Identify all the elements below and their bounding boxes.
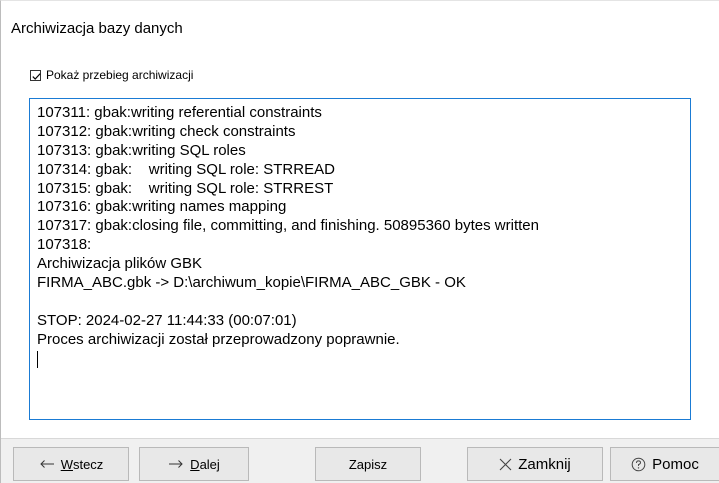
- x-icon: [499, 458, 512, 471]
- log-line: Archiwizacja plików GBK: [37, 255, 203, 273]
- back-button[interactable]: Wstecz: [13, 447, 129, 481]
- log-caret-line: [37, 350, 690, 369]
- log-line: Proces archiwizacji został przeprowadzon…: [37, 330, 400, 348]
- log-line: 107315: gbak: writing SQL role: STRREST: [37, 179, 334, 197]
- log-line: FIRMA_ABC.gbk -> D:\archiwum_kopie\FIRMA…: [37, 274, 466, 292]
- log-line: 107314: gbak: writing SQL role: STRREAD: [37, 160, 335, 178]
- log-line: 107311: gbak:writing referential constra…: [37, 104, 322, 121]
- show-progress-checkbox[interactable]: [30, 69, 41, 81]
- archive-log-textarea[interactable]: 107311: gbak:writing referential constra…: [29, 98, 691, 420]
- log-line: STOP: 2024-02-27 11:44:33 (00:07:01): [37, 311, 297, 329]
- arrow-left-icon: [39, 459, 55, 469]
- checkmark-icon: [32, 72, 41, 80]
- help-button-label: Pomoc: [652, 455, 699, 473]
- text-caret: [37, 350, 38, 368]
- show-progress-label[interactable]: Pokaż przebieg archiwizacji: [46, 68, 193, 82]
- arrow-right-icon: [168, 459, 184, 469]
- close-button[interactable]: Zamknij: [467, 447, 603, 481]
- question-circle-icon: [631, 457, 646, 472]
- help-button[interactable]: Pomoc: [610, 447, 719, 481]
- dialog-title: Archiwizacja bazy danych: [11, 20, 183, 37]
- log-line: 107317: gbak:closing file, committing, a…: [37, 217, 539, 235]
- close-button-label: Zamknij: [518, 455, 571, 473]
- save-button-label: Zapisz: [348, 456, 388, 472]
- archive-dialog: Archiwizacja bazy danych Pokaż przebieg …: [0, 0, 719, 483]
- next-button-label: Dalej: [190, 456, 220, 472]
- next-button[interactable]: Dalej: [139, 447, 249, 481]
- log-line: 107312: gbak:writing check constraints: [37, 122, 296, 140]
- back-button-label: Wstecz: [60, 456, 104, 472]
- log-line: 107313: gbak:writing SQL roles: [37, 141, 246, 159]
- show-progress-option[interactable]: Pokaż przebieg archiwizacji: [30, 67, 193, 83]
- save-button[interactable]: Zapisz: [315, 447, 421, 481]
- log-line: 107318:: [37, 236, 92, 254]
- button-bar: Wstecz Dalej Zapisz Zamknij Pomoc: [1, 438, 719, 483]
- log-line: 107316: gbak:writing names mapping: [37, 198, 287, 216]
